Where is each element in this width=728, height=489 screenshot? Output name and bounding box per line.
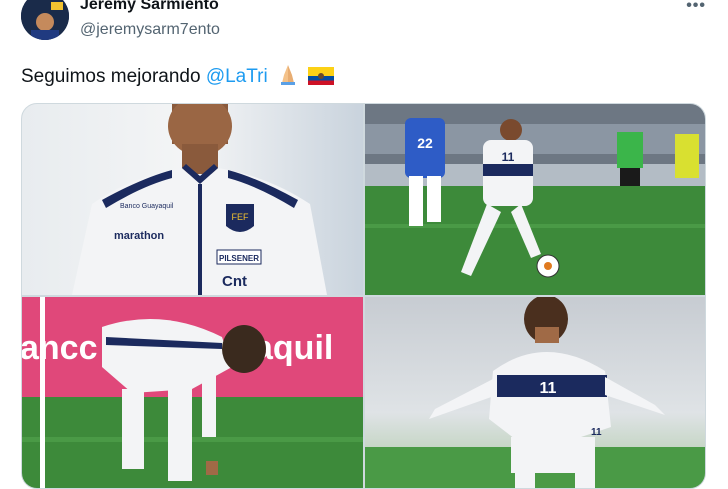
photo-player-stretching[interactable]: ancc aquil (22, 297, 363, 488)
author-handle[interactable]: @jeremysarm7ento (80, 21, 220, 39)
jersey-sponsor-text: marathon (114, 230, 164, 242)
sleeve-sponsor-text: PILSENER (219, 254, 259, 263)
media-grid: FEF marathon Banco Guayaquil PILSENER Cn… (21, 103, 706, 489)
banner-text-left: ancc (22, 329, 98, 367)
avatar[interactable] (21, 0, 69, 40)
tweet-body-text: Seguimos mejorando (21, 66, 206, 87)
jersey-number: 11 (540, 380, 557, 397)
white-player-number: 11 (502, 150, 515, 164)
folded-hands-emoji (276, 63, 300, 91)
author-name[interactable]: Jeremy Sarmiento (80, 0, 219, 14)
svg-text:FEF: FEF (232, 212, 250, 222)
ecuador-flag-emoji (308, 67, 335, 91)
cnt-logo-text: Cnt (222, 273, 247, 290)
photo-match-action[interactable]: 22 11 (365, 104, 705, 295)
shorts-number: 11 (591, 427, 602, 438)
mention-link[interactable]: @LaTri (206, 66, 268, 87)
blue-player-number: 22 (417, 135, 433, 151)
photo-player-portrait[interactable]: FEF marathon Banco Guayaquil PILSENER Cn… (22, 104, 363, 295)
tweet-text: Seguimos mejorando @LaTri (21, 63, 335, 91)
photo-player-dribbling[interactable]: 11 11 (365, 297, 705, 488)
more-options-icon[interactable]: ••• (686, 0, 706, 15)
bank-sponsor-text: Banco Guayaquil (120, 203, 174, 210)
